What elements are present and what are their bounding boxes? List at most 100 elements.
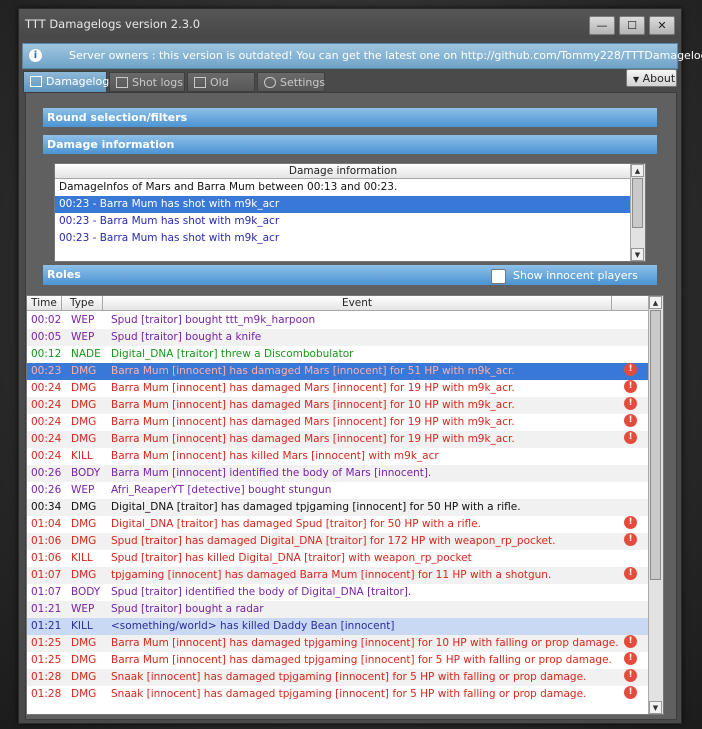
table-row[interactable]: 01:25 DMG Barra Mum [innocent] has damaged…	[27, 635, 650, 652]
table-row[interactable]: 00:02 WEP Spud [traitor] bought ttt_m9k_ha…	[27, 312, 650, 329]
table-row[interactable]: 01:21 KILL <something/world> has killed Da…	[27, 618, 650, 635]
title-bar[interactable]: TTT Damagelogs version 2.3.0 — ☐ ✕	[19, 9, 681, 39]
event-log-scrollbar[interactable]: ▲ ▼	[648, 296, 663, 714]
round-selection-header[interactable]: Round selection/filters	[43, 108, 657, 127]
table-row[interactable]: 00:24 DMG Barra Mum [innocent] has damaged…	[27, 414, 650, 431]
list-item[interactable]: 00:23 - Barra Mum has shot with m9k_acr	[55, 196, 631, 213]
event-text: Barra Mum [innocent] has damaged Mars [i…	[111, 382, 515, 394]
event-text: Snaak [innocent] has damaged tpjgaming […	[111, 688, 587, 700]
damage-information-header[interactable]: Damage information	[43, 135, 657, 154]
scroll-down-icon[interactable]: ▼	[631, 248, 644, 261]
event-text: Barra Mum [innocent] has damaged Mars [i…	[111, 365, 515, 377]
minimize-button[interactable]: —	[589, 16, 615, 35]
about-button[interactable]: ▼ About	[626, 69, 677, 87]
event-type: DMG	[71, 688, 97, 700]
list-item[interactable]: 00:23 - Barra Mum has shot with m9k_acr	[55, 230, 631, 247]
warning-icon: !	[624, 414, 637, 427]
table-row[interactable]: 00:26 WEP Afri_ReaperYT [detective] bought…	[27, 482, 650, 499]
tab-label: Shot logs	[132, 76, 183, 89]
show-innocent-label: Show innocent players	[513, 269, 638, 282]
table-row[interactable]: 00:24 DMG Barra Mum [innocent] has damaged…	[27, 431, 650, 448]
table-row[interactable]: 01:07 BODY Spud [traitor] identified the b…	[27, 584, 650, 601]
event-type: WEP	[71, 331, 95, 343]
scroll-up-icon[interactable]: ▲	[631, 164, 644, 177]
tab-damagelog[interactable]: Damagelog	[23, 71, 109, 93]
event-type: DMG	[71, 365, 97, 377]
event-text: Digital_DNA [traitor] has damaged tpjgam…	[111, 501, 521, 513]
damagelogs-window: TTT Damagelogs version 2.3.0 — ☐ ✕ i Ser…	[18, 8, 702, 724]
table-row[interactable]: 01:04 DMG Digital_DNA [traitor] has damage…	[27, 516, 650, 533]
event-text: Spud [traitor] bought a radar	[111, 603, 264, 615]
table-row[interactable]: 00:26 BODY Barra Mum [innocent] identified…	[27, 465, 650, 482]
event-type: NADE	[71, 348, 101, 360]
event-text: Spud [traitor] bought ttt_m9k_harpoon	[111, 314, 316, 326]
scroll-thumb[interactable]	[632, 178, 643, 228]
scroll-up-icon[interactable]: ▲	[649, 296, 662, 309]
scroll-down-icon[interactable]: ▼	[649, 701, 662, 714]
dropdown-arrow-icon: ▼	[633, 75, 640, 84]
warning-icon: !	[624, 397, 637, 410]
event-type: BODY	[71, 586, 101, 598]
event-time: 01:25	[31, 654, 62, 666]
list-item[interactable]: 00:23 - Barra Mum has shot with m9k_acr	[55, 213, 631, 230]
event-text: Barra Mum [innocent] has killed Mars [in…	[111, 450, 439, 462]
event-text: Barra Mum [innocent] has damaged Mars [i…	[111, 433, 515, 445]
calendar-icon	[194, 77, 206, 88]
list-item[interactable]: DamageInfos of Mars and Barra Mum betwee…	[55, 179, 631, 196]
event-text: Barra Mum [innocent] has damaged Mars [i…	[111, 416, 515, 428]
event-text: Barra Mum [innocent] has damaged tpjgami…	[111, 654, 612, 666]
banner-message: Server owners : this version is outdated…	[69, 49, 702, 62]
event-text: Digital_DNA [traitor] threw a Discombobu…	[111, 348, 354, 360]
event-text: Spud [traitor] identified the body of Di…	[111, 586, 412, 598]
column-header-event[interactable]: Event	[103, 296, 612, 311]
event-time: 00:26	[31, 484, 62, 496]
damagelog-panel: Round selection/filters Damage informati…	[25, 92, 677, 720]
table-row[interactable]: 01:06 DMG Spud [traitor] has damaged Digit…	[27, 533, 650, 550]
outdated-version-banner: i Server owners : this version is outdat…	[22, 43, 702, 69]
table-row[interactable]: 00:05 WEP Spud [traitor] bought a knife	[27, 329, 650, 346]
table-row[interactable]: 01:21 WEP Spud [traitor] bought a radar	[27, 601, 650, 618]
event-time: 00:23	[31, 365, 62, 377]
tab-old-logs[interactable]: Old logs	[187, 72, 255, 109]
event-text: Barra Mum [innocent] has damaged tpjgami…	[111, 637, 619, 649]
tab-shot-logs[interactable]: Shot logs	[109, 72, 185, 92]
maximize-button[interactable]: ☐	[619, 16, 645, 35]
table-row[interactable]: 00:24 DMG Barra Mum [innocent] has damaged…	[27, 397, 650, 414]
tab-settings[interactable]: Settings	[257, 72, 325, 92]
scroll-thumb[interactable]	[650, 310, 661, 580]
event-time: 00:05	[31, 331, 62, 343]
event-type: DMG	[71, 535, 97, 547]
table-row[interactable]: 00:24 KILL Barra Mum [innocent] has killed…	[27, 448, 650, 465]
event-time: 00:24	[31, 416, 62, 428]
table-row[interactable]: 00:12 NADE Digital_DNA [traitor] threw a D…	[27, 346, 650, 363]
event-time: 01:25	[31, 637, 62, 649]
table-row[interactable]: 01:06 KILL Spud [traitor] has killed Digit…	[27, 550, 650, 567]
column-header-type[interactable]: Type	[62, 296, 103, 311]
event-type: DMG	[71, 382, 97, 394]
table-row[interactable]: 00:34 DMG Digital_DNA [traitor] has damage…	[27, 499, 650, 516]
event-time: 01:21	[31, 603, 62, 615]
table-row[interactable]: 00:23 DMG Barra Mum [innocent] has damaged…	[27, 363, 650, 380]
table-row[interactable]: 01:25 DMG Barra Mum [innocent] has damaged…	[27, 652, 650, 669]
table-row[interactable]: 01:07 DMG tpjgaming [innocent] has damaged…	[27, 567, 650, 584]
show-innocent-checkbox[interactable]	[491, 269, 506, 284]
close-button[interactable]: ✕	[649, 16, 675, 35]
damage-list-header[interactable]: Damage information	[55, 164, 631, 179]
column-header-flag[interactable]	[612, 296, 649, 311]
event-type: DMG	[71, 569, 97, 581]
roles-label: Roles	[47, 268, 81, 281]
damage-information-list[interactable]: Damage information DamageInfos of Mars a…	[54, 163, 646, 262]
event-text: Barra Mum [innocent] has damaged Mars [i…	[111, 399, 515, 411]
table-icon	[30, 76, 42, 87]
damage-list-scrollbar[interactable]: ▲ ▼	[630, 164, 645, 261]
event-time: 01:06	[31, 552, 62, 564]
event-type: WEP	[71, 603, 95, 615]
table-row[interactable]: 01:28 DMG Snaak [innocent] has damaged tpj…	[27, 686, 650, 703]
warning-icon: !	[624, 567, 637, 580]
event-time: 00:12	[31, 348, 62, 360]
warning-icon: !	[624, 516, 637, 529]
table-row[interactable]: 01:28 DMG Snaak [innocent] has damaged tpj…	[27, 669, 650, 686]
event-log-table[interactable]: Time Type Event 00:02 WEP Spud [traitor] b…	[26, 295, 664, 715]
table-row[interactable]: 00:24 DMG Barra Mum [innocent] has damaged…	[27, 380, 650, 397]
column-header-time[interactable]: Time	[27, 296, 62, 311]
